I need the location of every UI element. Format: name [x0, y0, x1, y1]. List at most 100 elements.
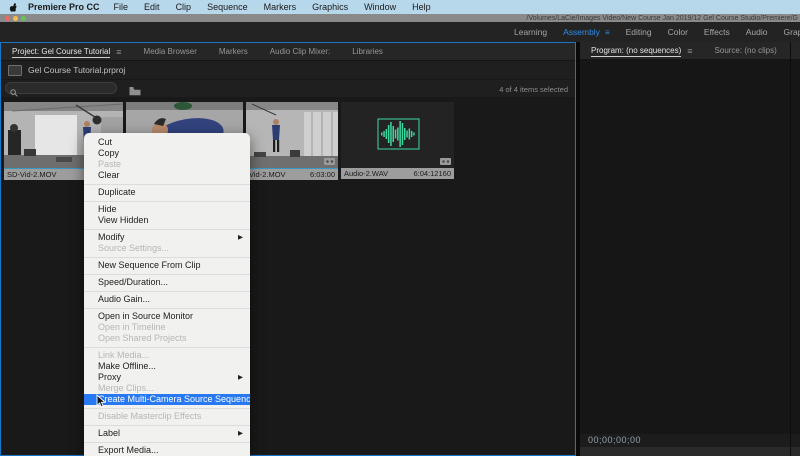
project-tab-libraries[interactable]: Libraries	[341, 43, 394, 60]
context-menu-item-label: Merge Clips...	[98, 383, 154, 393]
clip-footer: Vid-2.MOV 6:03:00	[246, 169, 338, 180]
program-panel: Program: (no sequences)≡ Source: (no clip…	[580, 42, 800, 456]
workspace-tab-editing[interactable]: Editing	[618, 27, 660, 37]
window-titlebar: /Volumes/LaCie/Images Video/New Course J…	[0, 14, 800, 22]
project-file-name: Gel Course Tutorial.prproj	[28, 65, 125, 75]
program-transport-bar	[580, 447, 800, 456]
submenu-arrow-icon: ▶	[238, 232, 243, 243]
zoom-window-button[interactable]	[21, 16, 26, 21]
project-tab-project-gel-course-tutorial[interactable]: Project: Gel Course Tutorial≡	[1, 43, 133, 60]
menubar-item-clip[interactable]: Clip	[168, 2, 200, 12]
program-panel-menu-icon[interactable]: ≡	[687, 46, 692, 56]
context-menu-separator	[84, 442, 250, 443]
clip-footer: Audio-2.WAV6:04:12160	[341, 168, 454, 179]
workspace-tab-assembly[interactable]: Assembly ≡	[555, 27, 618, 37]
clip-name: Vid-2.MOV	[249, 170, 286, 179]
minimize-window-button[interactable]	[13, 16, 18, 21]
project-file-icon	[8, 65, 22, 76]
context-menu-separator	[84, 257, 250, 258]
context-menu-separator	[84, 291, 250, 292]
context-menu-item-audio-gain[interactable]: Audio Gain...	[84, 294, 250, 305]
context-menu-item-open-shared-projects: Open Shared Projects	[84, 333, 250, 344]
workspace-tab-audio[interactable]: Audio	[738, 27, 776, 37]
menubar-item-file[interactable]: File	[106, 2, 137, 12]
context-menu-item-label: Create Multi-Camera Source Sequence...	[98, 394, 250, 404]
selection-status: 4 of 4 items selected	[499, 85, 568, 94]
context-menu-separator	[84, 184, 250, 185]
context-menu-item-proxy[interactable]: Proxy▶	[84, 372, 250, 383]
context-menu-item-label: Open in Source Monitor	[98, 311, 193, 321]
context-menu-item-label: Source Settings...	[98, 243, 169, 253]
project-file-row[interactable]: Gel Course Tutorial.prproj	[1, 61, 575, 80]
submenu-arrow-icon: ▶	[238, 428, 243, 439]
clip-cell-audio-2-wav[interactable]: Audio-2.WAV6:04:12160	[341, 102, 454, 179]
context-menu-item-label: Link Media...	[98, 350, 149, 360]
context-menu-item-open-in-source-monitor[interactable]: Open in Source Monitor	[84, 311, 250, 322]
menubar-item-window[interactable]: Window	[356, 2, 404, 12]
workspace-tab-effects[interactable]: Effects	[696, 27, 738, 37]
project-tab-markers[interactable]: Markers	[208, 43, 259, 60]
context-menu-item-label: Make Offline...	[98, 361, 156, 371]
macos-menu-items: FileEditClipSequenceMarkersGraphicsWindo…	[106, 2, 439, 12]
program-tab-source-no-clips[interactable]: Source: (no clips)	[704, 42, 788, 59]
menubar-item-help[interactable]: Help	[404, 2, 439, 12]
panel-edge-divider	[790, 42, 791, 456]
context-menu-item-label: Clear	[98, 170, 120, 180]
project-panel-menu-icon[interactable]: ≡	[116, 47, 121, 57]
bin-folder-icon[interactable]	[129, 84, 141, 94]
workspace-tab-label: Learning	[514, 27, 547, 37]
context-menu-item-label: Speed/Duration...	[98, 277, 168, 287]
app-menu-title[interactable]: Premiere Pro CC	[28, 2, 100, 12]
context-menu-item-speed-duration[interactable]: Speed/Duration...	[84, 277, 250, 288]
workspace-tab-menu-icon[interactable]: ≡	[605, 28, 610, 37]
context-menu-item-create-multi-camera-source-sequence[interactable]: Create Multi-Camera Source Sequence...	[84, 394, 250, 405]
clip-cell-vid-2-mov[interactable]: Vid-2.MOV 6:03:00	[246, 102, 338, 180]
context-menu-item-duplicate[interactable]: Duplicate	[84, 187, 250, 198]
menubar-item-markers[interactable]: Markers	[256, 2, 305, 12]
context-menu-item-label: Export Media...	[98, 445, 159, 455]
mouse-cursor	[96, 394, 107, 414]
context-menu-separator	[84, 274, 250, 275]
context-menu-item-export-media[interactable]: Export Media...	[84, 445, 250, 456]
context-menu-item-modify[interactable]: Modify▶	[84, 232, 250, 243]
workspace-tab-color[interactable]: Color	[660, 27, 696, 37]
context-menu-item-new-sequence-from-clip[interactable]: New Sequence From Clip	[84, 260, 250, 271]
macos-menubar: Premiere Pro CC FileEditClipSequenceMark…	[0, 0, 800, 14]
clip-duration: 6:03:00	[310, 170, 335, 179]
audio-waveform-thumbnail	[341, 102, 454, 168]
context-menu-separator	[84, 408, 250, 409]
context-menu-item-cut[interactable]: Cut	[84, 137, 250, 148]
program-tab-label: Source: (no clips)	[715, 46, 777, 55]
context-menu-item-label: Duplicate	[98, 187, 136, 197]
menubar-item-edit[interactable]: Edit	[136, 2, 168, 12]
menubar-item-graphics[interactable]: Graphics	[304, 2, 356, 12]
program-timecode[interactable]: 00;00;00;00	[588, 435, 641, 445]
workspace-tab-label: Graphics	[784, 27, 800, 37]
menubar-item-sequence[interactable]: Sequence	[199, 2, 256, 12]
main-area: Project: Gel Course Tutorial≡Media Brows…	[0, 42, 800, 456]
context-menu-item-make-offline[interactable]: Make Offline...	[84, 361, 250, 372]
media-type-badge-icon	[440, 158, 451, 165]
context-menu-item-label: Cut	[98, 137, 112, 147]
context-menu-item-copy[interactable]: Copy	[84, 148, 250, 159]
video-thumbnail	[246, 102, 338, 169]
workspace-tab-graphics[interactable]: Graphics	[776, 27, 800, 37]
context-menu-item-label: Open Shared Projects	[98, 333, 187, 343]
clip-duration: 6:04:12160	[413, 169, 451, 178]
workspace-tab-label: Assembly	[563, 27, 600, 37]
close-window-button[interactable]	[5, 16, 10, 21]
workspace-tab-label: Effects	[704, 27, 730, 37]
context-menu-item-clear[interactable]: Clear	[84, 170, 250, 181]
apple-menu-icon[interactable]	[9, 2, 18, 13]
context-menu-item-hide[interactable]: Hide	[84, 204, 250, 215]
project-tab-audio-clip-mixer[interactable]: Audio Clip Mixer:	[259, 43, 341, 60]
project-tab-label: Markers	[219, 47, 248, 56]
program-tab-program-no-sequences[interactable]: Program: (no sequences)≡	[580, 42, 704, 59]
context-menu-item-view-hidden[interactable]: View Hidden	[84, 215, 250, 226]
workspace-tab-learning[interactable]: Learning	[506, 27, 555, 37]
context-menu-separator	[84, 425, 250, 426]
context-menu-item-label[interactable]: Label▶	[84, 428, 250, 439]
project-tab-media-browser[interactable]: Media Browser	[133, 43, 208, 60]
workspace-tab-label: Audio	[746, 27, 768, 37]
search-input[interactable]	[5, 82, 117, 94]
